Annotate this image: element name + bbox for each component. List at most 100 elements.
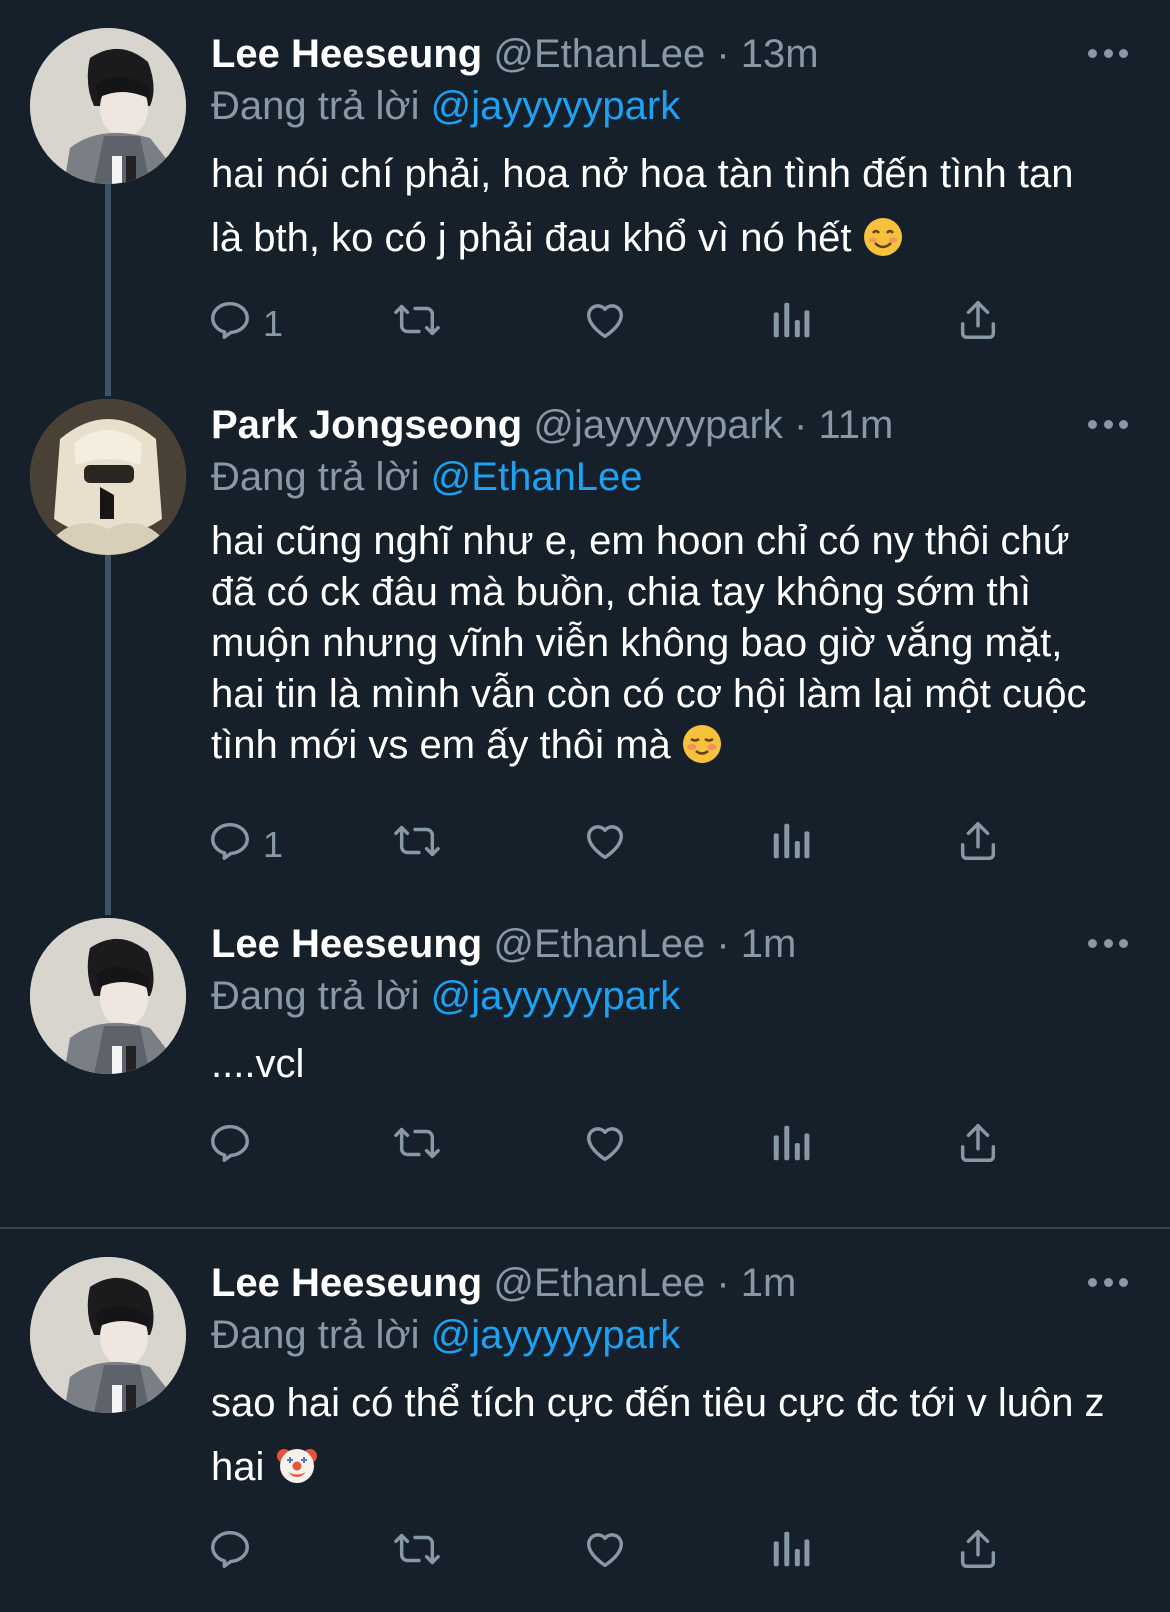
display-name[interactable]: Park Jongseong	[211, 403, 522, 447]
share-button[interactable]	[955, 1121, 1001, 1173]
share-icon	[955, 297, 1001, 352]
tweet-text-content: sao hai có thể tích cực đến tiêu cực đc …	[211, 1381, 1105, 1489]
tweet-text-content: hai nói chí phải, hoa nở hoa tàn tình đế…	[211, 152, 1074, 260]
reply-count: 1	[263, 824, 284, 865]
smiling-face-icon	[682, 724, 722, 777]
mention-link[interactable]: @EthanLee	[431, 455, 643, 499]
replying-to-label: Đang trả lời	[211, 84, 420, 128]
tweet-header: Lee Heeseung @EthanLee · 1m	[211, 918, 796, 970]
timestamp[interactable]: 1m	[741, 922, 797, 966]
timestamp[interactable]: 1m	[741, 1261, 797, 1305]
share-icon	[955, 1526, 1001, 1581]
reply-icon	[207, 297, 253, 352]
share-icon	[955, 1120, 1001, 1175]
replying-to: Đang trả lời @jayyyyypark	[211, 970, 680, 1022]
retweet-button[interactable]	[391, 1527, 443, 1579]
share-button[interactable]	[955, 298, 1001, 350]
replying-to-label: Đang trả lời	[211, 974, 420, 1018]
user-handle[interactable]: @EthanLee	[493, 922, 705, 966]
replying-to-label: Đang trả lời	[211, 1313, 420, 1357]
retweet-button[interactable]	[391, 298, 443, 350]
reply-button[interactable]: 1	[207, 819, 283, 871]
mention-link[interactable]: @jayyyyypark	[431, 1313, 681, 1357]
tweet-header: Park Jongseong @jayyyyypark · 11m	[211, 399, 893, 451]
heart-icon	[581, 1120, 629, 1175]
analytics-button[interactable]	[769, 1527, 813, 1579]
smiling-face-with-smiling-eyes-icon	[863, 212, 903, 276]
user-handle[interactable]: @jayyyyypark	[533, 403, 783, 447]
like-button[interactable]	[581, 298, 629, 350]
heart-icon	[581, 1526, 629, 1581]
separator: ·	[716, 1261, 730, 1305]
reply-icon	[207, 1526, 253, 1581]
tweet-text-content: ....vcl	[211, 1042, 305, 1086]
reply-count: 1	[263, 303, 284, 344]
avatar[interactable]	[30, 399, 186, 555]
retweet-icon	[391, 297, 443, 352]
analytics-button[interactable]	[769, 1121, 813, 1173]
like-button[interactable]	[581, 1121, 629, 1173]
reply-icon	[207, 1120, 253, 1175]
replying-to: Đang trả lời @EthanLee	[211, 451, 643, 503]
retweet-icon	[391, 818, 443, 873]
user-handle[interactable]: @EthanLee	[493, 1261, 705, 1305]
reply-button[interactable]: 1	[207, 298, 283, 350]
heart-icon	[581, 818, 629, 873]
avatar[interactable]	[30, 918, 186, 1074]
share-icon	[955, 818, 1001, 873]
heart-icon	[581, 297, 629, 352]
like-button[interactable]	[581, 819, 629, 871]
more-icon[interactable]	[1088, 46, 1128, 60]
tweet-text: hai nói chí phải, hoa nở hoa tàn tình đế…	[211, 142, 1111, 276]
reply-icon	[207, 818, 253, 873]
share-button[interactable]	[955, 1527, 1001, 1579]
analytics-icon	[769, 1120, 813, 1175]
display-name[interactable]: Lee Heeseung	[211, 1261, 482, 1305]
separator: ·	[716, 922, 730, 966]
analytics-icon	[769, 297, 813, 352]
tweet-divider	[0, 1227, 1170, 1229]
timestamp[interactable]: 11m	[818, 403, 893, 447]
avatar[interactable]	[30, 1257, 186, 1413]
tweet[interactable]: Lee Heeseung @EthanLee · 13m Đang trả lờ…	[0, 28, 1170, 388]
tweet-text: hai cũng nghĩ như e, em hoon chỉ có ny t…	[211, 516, 1111, 777]
tweet-text: sao hai có thể tích cực đến tiêu cực đc …	[211, 1371, 1111, 1505]
tweet[interactable]: Park Jongseong @jayyyyypark · 11m Đang t…	[0, 399, 1170, 909]
mention-link[interactable]: @jayyyyypark	[431, 84, 681, 128]
retweet-icon	[391, 1526, 443, 1581]
analytics-icon	[769, 1526, 813, 1581]
more-icon[interactable]	[1088, 936, 1128, 950]
more-icon[interactable]	[1088, 417, 1128, 431]
more-icon[interactable]	[1088, 1275, 1128, 1289]
tweet-header: Lee Heeseung @EthanLee · 1m	[211, 1257, 796, 1309]
display-name[interactable]: Lee Heeseung	[211, 32, 482, 76]
like-button[interactable]	[581, 1527, 629, 1579]
tweet[interactable]: Lee Heeseung @EthanLee · 1m Đang trả lời…	[0, 1257, 1170, 1597]
replying-to: Đang trả lời @jayyyyypark	[211, 1309, 680, 1361]
timestamp[interactable]: 13m	[741, 32, 819, 76]
user-handle[interactable]: @EthanLee	[493, 32, 705, 76]
retweet-button[interactable]	[391, 819, 443, 871]
tweet-text: ....vcl	[211, 1032, 1111, 1096]
tweet-actions	[211, 1121, 1041, 1173]
retweet-icon	[391, 1120, 443, 1175]
separator: ·	[716, 32, 730, 76]
tweet-actions: 1	[211, 298, 1041, 350]
replying-to: Đang trả lời @jayyyyypark	[211, 80, 680, 132]
display-name[interactable]: Lee Heeseung	[211, 922, 482, 966]
separator: ·	[794, 403, 808, 447]
retweet-button[interactable]	[391, 1121, 443, 1173]
reply-button[interactable]	[207, 1121, 253, 1173]
analytics-button[interactable]	[769, 819, 813, 871]
share-button[interactable]	[955, 819, 1001, 871]
avatar[interactable]	[30, 28, 186, 184]
tweet-actions: 1	[211, 819, 1041, 871]
replying-to-label: Đang trả lời	[211, 455, 420, 499]
tweet-text-content: hai cũng nghĩ như e, em hoon chỉ có ny t…	[211, 519, 1087, 767]
clown-face-icon	[276, 1441, 318, 1505]
tweet[interactable]: Lee Heeseung @EthanLee · 1m Đang trả lời…	[0, 918, 1170, 1208]
analytics-button[interactable]	[769, 298, 813, 350]
reply-button[interactable]	[207, 1527, 253, 1579]
tweet-actions	[211, 1527, 1041, 1579]
mention-link[interactable]: @jayyyyypark	[431, 974, 681, 1018]
